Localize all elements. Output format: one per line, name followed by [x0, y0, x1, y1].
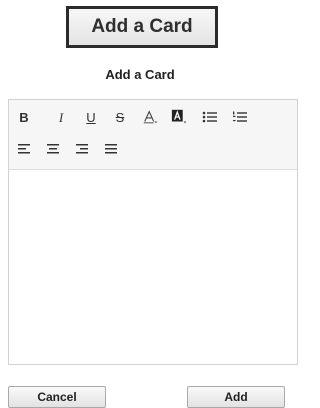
add-a-card-button[interactable]: Add a Card	[66, 6, 218, 48]
font-color-glyph	[143, 110, 158, 124]
numbered-list-icon[interactable]	[231, 108, 249, 126]
align-center-glyph	[47, 144, 59, 154]
align-justify-glyph	[105, 144, 117, 154]
align-left-glyph	[18, 144, 30, 154]
underline-icon[interactable]: U	[82, 108, 100, 126]
font-color-icon[interactable]	[142, 108, 160, 126]
add-button[interactable]: Add	[187, 386, 285, 408]
highlight-glyph	[171, 109, 187, 124]
align-justify-icon[interactable]	[102, 140, 120, 158]
italic-icon[interactable]: I	[52, 108, 70, 126]
bold-icon[interactable]: B	[15, 108, 33, 126]
cancel-button[interactable]: Cancel	[8, 386, 106, 408]
align-right-glyph	[76, 144, 88, 154]
editor-toolbar: B I U S	[9, 100, 297, 170]
strikethrough-icon[interactable]: S	[111, 108, 129, 126]
bullet-list-glyph	[202, 111, 217, 123]
dialog-title: Add a Card	[105, 67, 175, 82]
rich-text-editor: B I U S	[8, 99, 298, 365]
align-right-icon[interactable]	[73, 140, 91, 158]
numbered-list-glyph	[233, 111, 247, 122]
editor-content-area[interactable]	[9, 170, 297, 365]
highlight-color-icon[interactable]	[171, 108, 189, 126]
bullet-list-icon[interactable]	[201, 108, 219, 126]
add-a-card-button-label: Add a Card	[69, 9, 215, 45]
align-left-icon[interactable]	[15, 140, 33, 158]
align-center-icon[interactable]	[44, 140, 62, 158]
